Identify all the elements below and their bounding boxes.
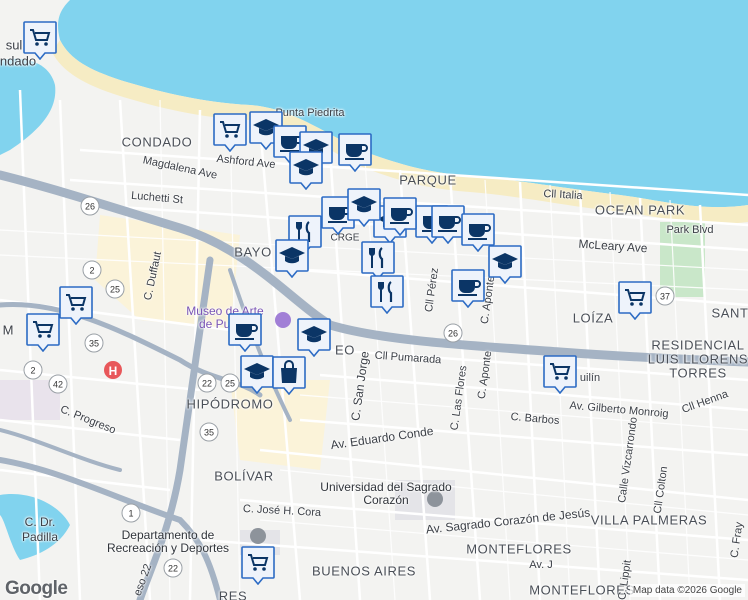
highway-shield: 22 [197, 373, 217, 393]
graduation-cap-icon [297, 318, 331, 357]
shopping-cart-icon [618, 281, 652, 320]
neighborhood-label: EO [335, 342, 355, 358]
graduation-cap-icon [347, 188, 381, 227]
neighborhood-label: LUIS LLORENS [647, 351, 748, 367]
neighborhood-label: PARQUE [399, 172, 457, 188]
highway-shield: 35 [84, 333, 104, 353]
graduation-cap-marker[interactable] [346, 187, 382, 227]
street-label: Cll Italia [543, 187, 583, 203]
neighborhood-label: CONDADO [121, 134, 193, 150]
coffee-cup-icon [228, 313, 262, 352]
graduation-cap-marker[interactable] [288, 150, 324, 190]
coffee-cup-marker[interactable] [337, 132, 373, 172]
university-label[interactable]: Universidad del Sagrado Corazón [320, 481, 451, 507]
street-label: Av. J [529, 559, 553, 571]
highway-shield: 35 [199, 422, 219, 442]
coffee-cup-marker[interactable] [450, 268, 486, 308]
highway-shield: 26 [80, 196, 100, 216]
neighborhood-label: VILLA PALMERAS [590, 512, 708, 528]
neighborhood-label: SANT [711, 305, 748, 321]
highway-shield: 2 [82, 260, 102, 280]
highway-shield: 22 [163, 558, 183, 578]
highway-shield: 1 [121, 503, 141, 523]
graduation-cap-icon [488, 245, 522, 284]
shopping-cart-icon [241, 546, 275, 585]
graduation-cap-icon [289, 151, 323, 190]
highway-shield: 25 [220, 373, 240, 393]
coffee-cup-marker[interactable] [460, 212, 496, 252]
map-view[interactable]: H CONDADO PARQUE OCEAN PARK LOÍZA SANT R… [0, 0, 748, 600]
shopping-cart-marker[interactable] [240, 545, 276, 585]
map-attribution[interactable]: Map data ©2026 Google [629, 584, 745, 597]
graduation-cap-icon [240, 355, 274, 394]
shopping-cart-icon [543, 355, 577, 394]
street-label: C. Dr. [24, 515, 56, 529]
graduation-cap-marker[interactable] [274, 238, 310, 278]
coffee-cup-icon [383, 197, 417, 236]
highway-shield: 37 [655, 286, 675, 306]
graduation-cap-marker[interactable] [296, 317, 332, 357]
place-label: Punta Piedrita [275, 107, 345, 119]
shopping-cart-icon [213, 113, 247, 152]
neighborhood-label: BAYO [234, 244, 272, 260]
google-logo: Google [5, 578, 68, 599]
street-label: uilín [579, 372, 601, 384]
street-label: M [2, 322, 14, 338]
fork-knife-icon [370, 275, 404, 314]
svg-text:H: H [109, 364, 118, 378]
neighborhood-label: TORRES [669, 365, 727, 381]
place-label: sul [5, 37, 23, 53]
highway-shield: 2 [23, 360, 43, 380]
street-label: Padilla [21, 530, 59, 544]
highway-shield: 25 [105, 279, 125, 299]
shopping-bag-icon [272, 356, 306, 395]
neighborhood-label: MONTEFLORES [466, 541, 572, 557]
coffee-cup-icon [338, 133, 372, 172]
shopping-cart-icon [23, 21, 57, 60]
shopping-cart-icon [59, 286, 93, 325]
graduation-cap-marker[interactable] [487, 244, 523, 284]
shopping-bag-marker[interactable] [271, 355, 307, 395]
shopping-cart-marker[interactable] [212, 112, 248, 152]
coffee-cup-marker[interactable] [227, 312, 263, 352]
neighborhood-label: RES [218, 588, 248, 600]
coffee-cup-icon [451, 269, 485, 308]
neighborhood-label: LOÍZA [572, 310, 614, 326]
neighborhood-label: BOLÍVAR [214, 468, 274, 484]
neighborhood-label: RESIDENCIAL [651, 337, 745, 353]
fork-knife-marker[interactable] [360, 240, 396, 280]
coffee-cup-marker[interactable] [382, 196, 418, 236]
graduation-cap-icon [275, 239, 309, 278]
shopping-cart-marker[interactable] [617, 280, 653, 320]
neighborhood-label: BUENOS AIRES [311, 563, 417, 579]
shopping-cart-marker[interactable] [25, 312, 61, 352]
neighborhood-label: HIPÓDROMO [186, 396, 274, 412]
graduation-cap-marker[interactable] [239, 354, 275, 394]
fork-knife-marker[interactable] [369, 274, 405, 314]
shopping-cart-marker[interactable] [22, 20, 58, 60]
neighborhood-label: OCEAN PARK [594, 202, 686, 218]
shopping-cart-icon [26, 313, 60, 352]
street-label: Park Blvd [666, 224, 714, 236]
shopping-cart-marker[interactable] [542, 354, 578, 394]
highway-shield: 42 [48, 374, 68, 394]
shopping-cart-marker[interactable] [58, 285, 94, 325]
recreation-dept-label[interactable]: Departamento de Recreación y Deportes [107, 529, 229, 555]
highway-shield: 26 [443, 323, 463, 343]
